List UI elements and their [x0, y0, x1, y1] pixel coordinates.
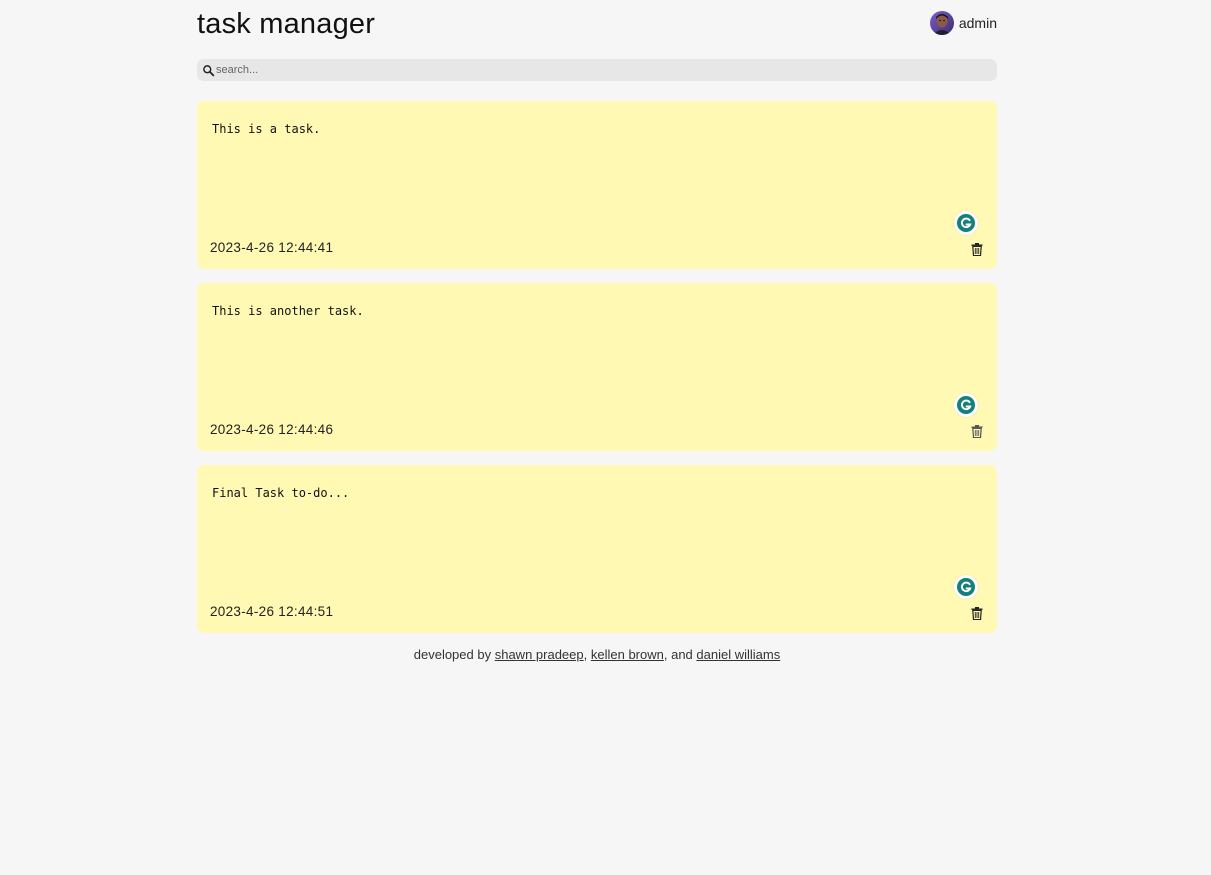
grammarly-icon[interactable]: [954, 575, 978, 599]
note-text[interactable]: Final Task to-do...: [212, 486, 349, 500]
trash-icon[interactable]: [971, 425, 983, 438]
footer-separator: ,: [583, 647, 588, 662]
note-card[interactable]: This is another task. 2023-4-26 12:44:46: [197, 283, 997, 451]
note-date: 2023-4-26 12:44:41: [210, 240, 334, 255]
grammarly-icon[interactable]: [954, 211, 978, 235]
developer-link-daniel[interactable]: daniel williams: [696, 647, 780, 662]
note-card[interactable]: Final Task to-do... 2023-4-26 12:44:51: [197, 465, 997, 633]
app-container: task manager admin search... This is a t…: [197, 0, 997, 662]
avatar[interactable]: [929, 11, 954, 35]
note-text[interactable]: This is another task.: [212, 304, 364, 318]
footer: developed by shawn pradeep, kellen brown…: [197, 647, 997, 662]
footer-separator: , and: [663, 647, 693, 662]
user-menu[interactable]: admin: [929, 11, 997, 35]
note-card[interactable]: This is a task. 2023-4-26 12:44:41: [197, 101, 997, 269]
notes-list: This is a task. 2023-4-26 12:44:41 This …: [197, 101, 997, 647]
note-date: 2023-4-26 12:44:51: [210, 604, 334, 619]
username[interactable]: admin: [959, 15, 997, 31]
developer-link-shawn[interactable]: shawn pradeep: [495, 647, 584, 662]
note-text[interactable]: This is a task.: [212, 122, 320, 136]
grammarly-icon[interactable]: [954, 393, 978, 417]
search-input[interactable]: [216, 64, 976, 76]
header: task manager admin: [197, 0, 997, 52]
note-date: 2023-4-26 12:44:46: [210, 422, 334, 437]
page-title: task manager: [197, 8, 376, 40]
trash-icon[interactable]: [971, 607, 983, 620]
trash-icon[interactable]: [971, 243, 983, 256]
developer-link-kellen[interactable]: kellen brown: [591, 647, 664, 662]
footer-prefix: developed by: [413, 647, 492, 662]
search-icon: [203, 64, 215, 76]
search-bar[interactable]: [197, 59, 997, 81]
